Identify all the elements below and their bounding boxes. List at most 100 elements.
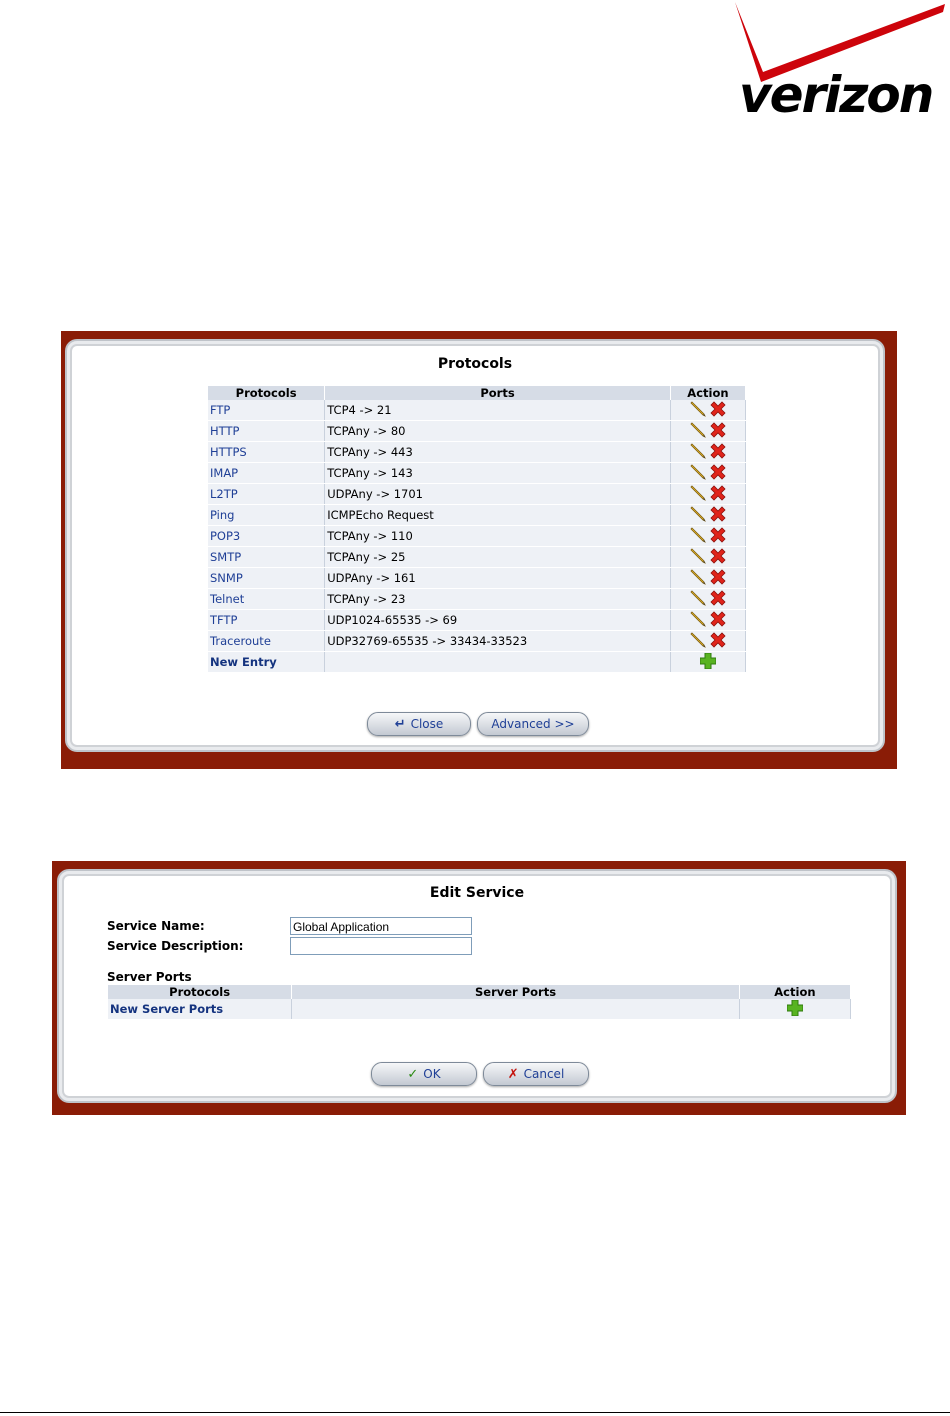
protocol-link[interactable]: Traceroute xyxy=(208,630,326,652)
delete-x-icon[interactable] xyxy=(710,589,726,609)
add-icon[interactable] xyxy=(786,999,804,1019)
delete-x-icon[interactable] xyxy=(710,505,726,525)
table-row: L2TP UDPAny -> 1701 xyxy=(208,483,747,505)
table-row: Telnet TCPAny -> 23 xyxy=(208,588,747,610)
edit-service-dialog: Edit Service Service Name: Global Applic… xyxy=(57,869,897,1103)
cancel-button-label: Cancel xyxy=(523,1067,565,1081)
protocol-link[interactable]: HTTPS xyxy=(208,441,326,463)
close-button[interactable]: ↵ Close xyxy=(367,712,471,736)
service-name-input[interactable]: Global Application xyxy=(290,917,472,935)
delete-x-icon[interactable] xyxy=(710,484,726,504)
ports-cell: TCPAny -> 443 xyxy=(324,441,671,463)
close-button-label: Close xyxy=(410,717,444,731)
edit-pencil-icon[interactable] xyxy=(690,568,706,588)
col-server-ports: Server Ports xyxy=(291,985,740,999)
new-server-ports-action xyxy=(739,999,852,1020)
ports-cell: TCPAny -> 80 xyxy=(324,420,671,442)
protocol-link[interactable]: HTTP xyxy=(208,420,326,442)
edit-pencil-icon[interactable] xyxy=(690,505,706,525)
action-cell xyxy=(670,588,747,610)
protocols-dialog-title: Protocols xyxy=(437,356,513,372)
delete-x-icon[interactable] xyxy=(710,631,726,651)
edit-pencil-icon[interactable] xyxy=(690,484,706,504)
action-cell xyxy=(670,483,747,505)
ports-cell: TCPAny -> 23 xyxy=(324,588,671,610)
edit-pencil-icon[interactable] xyxy=(690,631,706,651)
table-row: HTTPS TCPAny -> 443 xyxy=(208,441,747,463)
ports-cell: UDP32769-65535 -> 33434-33523 xyxy=(324,630,671,652)
return-arrow-icon: ↵ xyxy=(394,716,406,732)
new-entry-action xyxy=(670,651,747,673)
action-cell xyxy=(670,462,747,484)
new-entry-empty xyxy=(324,651,671,673)
table-row: IMAP TCPAny -> 143 xyxy=(208,462,747,484)
page-footer-rule xyxy=(0,1412,950,1413)
action-cell xyxy=(670,400,747,421)
protocol-link[interactable]: L2TP xyxy=(208,483,326,505)
ports-cell: TCPAny -> 25 xyxy=(324,546,671,568)
delete-x-icon[interactable] xyxy=(710,547,726,567)
col-ports: Ports xyxy=(324,386,671,400)
action-cell xyxy=(670,609,747,631)
action-cell xyxy=(670,630,747,652)
edit-pencil-icon[interactable] xyxy=(690,400,706,420)
protocols-table: Protocols Ports Action FTP TCP4 -> 21 HTTP… xyxy=(208,386,747,673)
edit-pencil-icon[interactable] xyxy=(690,589,706,609)
ports-cell: TCPAny -> 143 xyxy=(324,462,671,484)
ports-cell: TCP4 -> 21 xyxy=(324,400,671,421)
delete-x-icon[interactable] xyxy=(710,610,726,630)
server-ports-heading: Server Ports xyxy=(107,970,192,984)
action-cell xyxy=(670,546,747,568)
delete-x-icon[interactable] xyxy=(710,526,726,546)
protocol-link[interactable]: IMAP xyxy=(208,462,326,484)
new-entry-row: New Entry xyxy=(208,651,747,673)
protocols-dialog: Protocols Protocols Ports Action FTP TCP4… xyxy=(65,339,885,752)
protocol-link[interactable]: Ping xyxy=(208,504,326,526)
table-row: FTP TCP4 -> 21 xyxy=(208,400,747,421)
add-icon[interactable] xyxy=(699,652,717,672)
delete-x-icon[interactable] xyxy=(710,400,726,420)
col-server-protocols: Protocols xyxy=(108,985,293,999)
delete-x-icon[interactable] xyxy=(710,442,726,462)
new-server-ports-link[interactable]: New Server Ports xyxy=(108,999,293,1020)
new-server-ports-row: New Server Ports xyxy=(108,999,852,1020)
edit-pencil-icon[interactable] xyxy=(690,526,706,546)
cancel-button[interactable]: ✗ Cancel xyxy=(483,1062,589,1086)
edit-pencil-icon[interactable] xyxy=(690,547,706,567)
svg-text:verizon: verizon xyxy=(739,66,932,120)
delete-x-icon[interactable] xyxy=(710,568,726,588)
table-row: Traceroute UDP32769-65535 -> 33434-33523 xyxy=(208,630,747,652)
edit-pencil-icon[interactable] xyxy=(690,442,706,462)
table-row: TFTP UDP1024-65535 -> 69 xyxy=(208,609,747,631)
action-cell xyxy=(670,441,747,463)
edit-pencil-icon[interactable] xyxy=(690,421,706,441)
protocol-link[interactable]: FTP xyxy=(208,400,326,421)
col-action: Action xyxy=(670,386,747,400)
delete-x-icon[interactable] xyxy=(710,463,726,483)
new-entry-link[interactable]: New Entry xyxy=(208,651,326,673)
table-row: Ping ICMPEcho Request xyxy=(208,504,747,526)
delete-x-icon[interactable] xyxy=(710,421,726,441)
edit-pencil-icon[interactable] xyxy=(690,463,706,483)
protocol-link[interactable]: SMTP xyxy=(208,546,326,568)
ok-button-label: OK xyxy=(423,1067,441,1081)
action-cell xyxy=(670,504,747,526)
ports-cell: UDPAny -> 161 xyxy=(324,567,671,589)
checkmark-icon: ✓ xyxy=(407,1066,419,1082)
protocol-link[interactable]: POP3 xyxy=(208,525,326,547)
cancel-x-icon: ✗ xyxy=(507,1066,519,1082)
edit-pencil-icon[interactable] xyxy=(690,610,706,630)
ports-cell: ICMPEcho Request xyxy=(324,504,671,526)
protocols-dialog-frame: Protocols Protocols Ports Action FTP TCP4… xyxy=(61,331,897,769)
ok-button[interactable]: ✓ OK xyxy=(371,1062,477,1086)
protocol-link[interactable]: TFTP xyxy=(208,609,326,631)
service-description-input[interactable] xyxy=(290,937,472,955)
protocol-link[interactable]: Telnet xyxy=(208,588,326,610)
action-cell xyxy=(670,525,747,547)
col-protocols: Protocols xyxy=(208,386,326,400)
protocol-link[interactable]: SNMP xyxy=(208,567,326,589)
advanced-button[interactable]: Advanced >> xyxy=(477,712,589,736)
action-cell xyxy=(670,420,747,442)
verizon-logo: verizon xyxy=(733,0,947,120)
table-row: POP3 TCPAny -> 110 xyxy=(208,525,747,547)
